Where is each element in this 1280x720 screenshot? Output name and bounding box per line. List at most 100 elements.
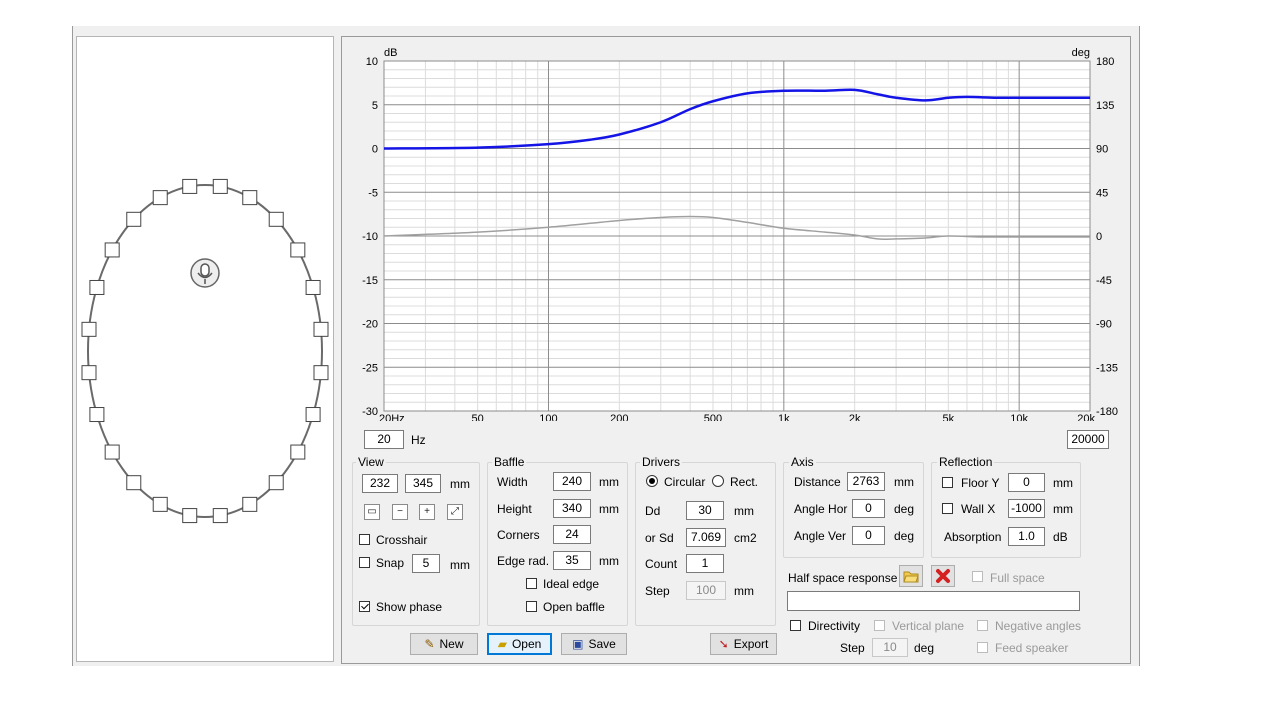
corner-handle[interactable] bbox=[313, 321, 329, 337]
full-space-checkbox[interactable] bbox=[972, 571, 983, 582]
y2-tick-label: 180 bbox=[1096, 56, 1114, 68]
corner-handle[interactable] bbox=[212, 178, 228, 194]
feed-speaker-checkbox[interactable] bbox=[977, 642, 988, 653]
circular-radio[interactable] bbox=[646, 475, 658, 487]
angle-hor-input[interactable]: 0 bbox=[852, 499, 885, 518]
zoom-fit-icon[interactable]: ▭ bbox=[364, 504, 380, 520]
directivity-step-input[interactable]: 10 bbox=[872, 638, 908, 657]
crosshair-checkbox[interactable] bbox=[359, 534, 370, 545]
x-tick-label: 5k bbox=[943, 413, 955, 421]
baffle-height-input[interactable]: 340 bbox=[553, 499, 591, 518]
freq-max-input[interactable]: 20000 bbox=[1067, 430, 1109, 449]
floor-unit: mm bbox=[1053, 476, 1073, 490]
view-height-input[interactable]: 345 bbox=[405, 474, 441, 493]
corner-handle[interactable] bbox=[81, 365, 97, 381]
zoom-out-icon[interactable]: − bbox=[392, 504, 408, 520]
snap-input[interactable]: 5 bbox=[412, 554, 440, 573]
angle-ver-input[interactable]: 0 bbox=[852, 526, 885, 545]
x-tick-label: 1k bbox=[778, 413, 790, 421]
y-tick-label: -15 bbox=[362, 275, 378, 287]
y2-tick-label: 135 bbox=[1096, 100, 1114, 112]
y-tick-label: 5 bbox=[372, 100, 378, 112]
red-x-icon bbox=[936, 569, 950, 583]
corner-handle[interactable] bbox=[89, 407, 105, 423]
x-tick-label: 200 bbox=[610, 413, 628, 421]
floppy-icon: ▣ bbox=[572, 637, 584, 651]
absorption-input[interactable]: 1.0 bbox=[1008, 527, 1045, 546]
corner-handle[interactable] bbox=[104, 444, 120, 460]
y2-tick-label: 0 bbox=[1096, 231, 1102, 243]
corner-handle[interactable] bbox=[212, 508, 228, 524]
corner-handle[interactable] bbox=[305, 407, 321, 423]
corner-handle[interactable] bbox=[104, 242, 120, 258]
clear-button[interactable] bbox=[931, 565, 955, 587]
vertical-plane-checkbox[interactable] bbox=[874, 620, 885, 631]
rect-radio[interactable] bbox=[712, 475, 724, 487]
show-phase-checkbox[interactable] bbox=[359, 601, 370, 612]
corner-handle[interactable] bbox=[290, 242, 306, 258]
save-button[interactable]: ▣ Save bbox=[561, 633, 627, 655]
vertical-plane-label: Vertical plane bbox=[892, 619, 965, 633]
count-input[interactable]: 1 bbox=[686, 554, 724, 573]
x-tick-label: 20Hz bbox=[379, 413, 405, 421]
fullscreen-icon[interactable]: ⤢ bbox=[447, 504, 463, 520]
corner-handle[interactable] bbox=[152, 496, 168, 512]
angle-hor-unit: deg bbox=[894, 502, 915, 516]
y-tick-label: -5 bbox=[368, 187, 378, 199]
response-graph[interactable]: 1050-5-10-15-20-25-3018013590450-45-90-1… bbox=[342, 37, 1130, 421]
negative-angles-label: Negative angles bbox=[995, 619, 1082, 633]
drivers-title: Drivers bbox=[640, 455, 682, 469]
negative-angles-checkbox[interactable] bbox=[977, 620, 988, 631]
driver-icon[interactable] bbox=[190, 258, 220, 288]
baffle-edge-input[interactable]: 35 bbox=[553, 551, 591, 570]
freq-min-input[interactable]: 20 bbox=[364, 430, 404, 449]
corner-handle[interactable] bbox=[290, 444, 306, 460]
half-space-path-input[interactable] bbox=[787, 591, 1080, 611]
ideal-edge-label: Ideal edge bbox=[543, 577, 600, 591]
corner-handle[interactable] bbox=[268, 211, 284, 227]
corner-handle[interactable] bbox=[305, 279, 321, 295]
y-tick-label: 10 bbox=[366, 56, 378, 68]
open-folder-button[interactable] bbox=[899, 565, 923, 587]
corner-handle[interactable] bbox=[242, 496, 258, 512]
open-button[interactable]: ▰ Open bbox=[487, 633, 552, 655]
wall-input[interactable]: -1000 bbox=[1008, 499, 1045, 518]
baffle-width-label: Width bbox=[497, 475, 528, 489]
open-baffle-checkbox[interactable] bbox=[526, 601, 537, 612]
snap-checkbox[interactable] bbox=[359, 557, 370, 568]
baffle-shape[interactable] bbox=[77, 37, 333, 661]
y-tick-label: -10 bbox=[362, 231, 378, 243]
corner-handle[interactable] bbox=[126, 475, 142, 491]
view-width-input[interactable]: 232 bbox=[362, 474, 398, 493]
new-button[interactable]: ✎ New bbox=[410, 633, 478, 655]
y2-tick-label: -135 bbox=[1096, 362, 1118, 374]
wand-icon: ✎ bbox=[424, 637, 435, 651]
floor-input[interactable]: 0 bbox=[1008, 473, 1045, 492]
zoom-in-icon[interactable]: + bbox=[419, 504, 435, 520]
corner-handle[interactable] bbox=[268, 475, 284, 491]
sd-input[interactable]: 7.069 bbox=[686, 528, 726, 547]
x-tick-label: 20k bbox=[1077, 413, 1095, 421]
step-input[interactable]: 100 bbox=[686, 581, 726, 600]
full-space-label: Full space bbox=[990, 571, 1045, 585]
corner-handle[interactable] bbox=[126, 211, 142, 227]
ideal-edge-checkbox[interactable] bbox=[526, 578, 537, 589]
corner-handle[interactable] bbox=[313, 365, 329, 381]
corner-handle[interactable] bbox=[182, 508, 198, 524]
baffle-width-input[interactable]: 240 bbox=[553, 472, 591, 491]
wall-checkbox[interactable] bbox=[942, 503, 953, 514]
corner-handle[interactable] bbox=[89, 279, 105, 295]
corner-handle[interactable] bbox=[242, 190, 258, 206]
dd-input[interactable]: 30 bbox=[686, 501, 724, 520]
corner-handles[interactable] bbox=[81, 178, 329, 524]
corner-handle[interactable] bbox=[152, 190, 168, 206]
floor-checkbox[interactable] bbox=[942, 477, 953, 488]
baffle-corners-input[interactable]: 24 bbox=[553, 525, 591, 544]
directivity-checkbox[interactable] bbox=[790, 620, 801, 631]
rect-label: Rect. bbox=[730, 475, 759, 489]
export-button[interactable]: ➘ Export bbox=[710, 633, 777, 655]
corner-handle[interactable] bbox=[182, 178, 198, 194]
corner-handle[interactable] bbox=[81, 321, 97, 337]
distance-input[interactable]: 2763 bbox=[847, 472, 885, 491]
baffle-canvas[interactable] bbox=[76, 36, 334, 662]
